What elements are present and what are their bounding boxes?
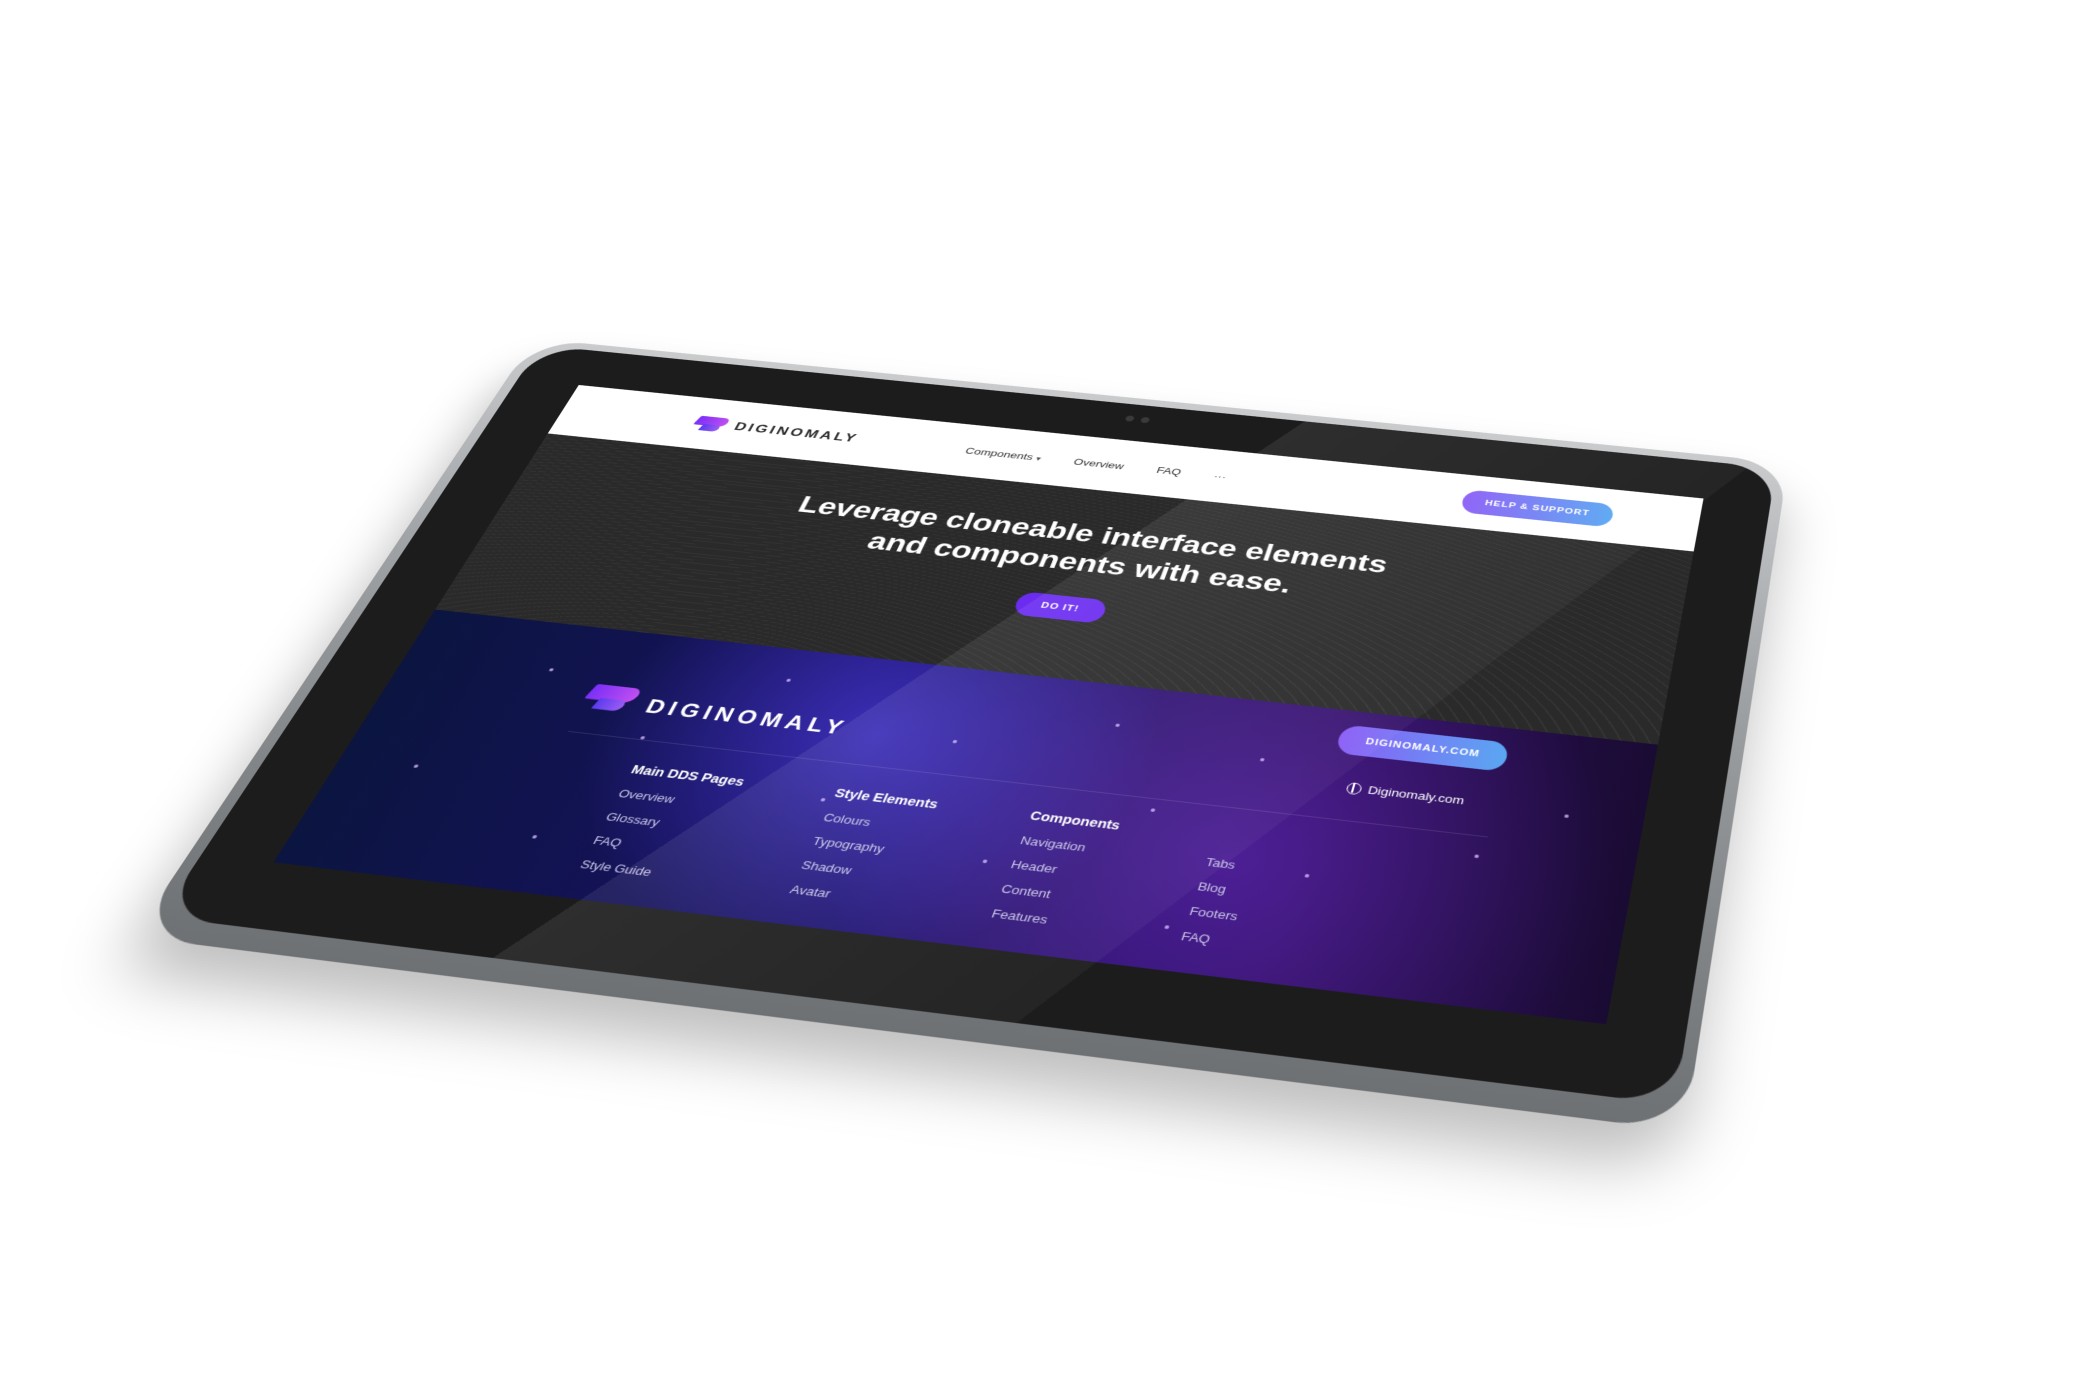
tablet-device: DIGINOMALY Components▾ Overview FAQ ··· … (133, 338, 1789, 1132)
browser-screen: DIGINOMALY Components▾ Overview FAQ ··· … (273, 384, 1704, 1025)
diginomaly-logo-icon (692, 416, 730, 433)
nav-item-label: Components (963, 445, 1036, 462)
footer-link[interactable]: Glossary (604, 810, 724, 836)
footer-link[interactable]: Footers (1188, 904, 1240, 923)
footer-link[interactable]: Content (999, 882, 1095, 906)
footer-link[interactable]: Typography (810, 834, 919, 859)
footer-link[interactable]: Overview (616, 787, 735, 813)
footer-brand-logo[interactable]: DIGINOMALY (579, 688, 852, 741)
brand-logo[interactable]: DIGINOMALY (692, 416, 861, 446)
brand-name: DIGINOMALY (731, 420, 861, 445)
footer-link[interactable]: Header (1009, 858, 1104, 882)
chevron-down-icon: ▾ (1034, 454, 1043, 463)
camera-icon (1124, 415, 1151, 424)
footer-link[interactable]: Style Guide (578, 857, 700, 884)
footer-link[interactable]: Features (990, 907, 1087, 931)
footer-column-components: Components Navigation Header Content Fea… (985, 809, 1123, 943)
footer-site-link-label: Diginomaly.com (1366, 783, 1466, 807)
footer-link[interactable]: Blog (1196, 879, 1247, 898)
footer-link[interactable]: Shadow (799, 858, 909, 883)
footer-link[interactable]: Tabs (1204, 855, 1255, 873)
footer-column-style-elements: Style Elements Colours Typography Shadow… (782, 786, 941, 920)
nav-more-menu[interactable]: ··· (1212, 470, 1228, 481)
help-support-button[interactable]: HELP & SUPPORT (1459, 489, 1616, 528)
nav-item-faq[interactable]: FAQ (1155, 465, 1183, 477)
footer-link[interactable]: FAQ (1179, 929, 1231, 948)
footer-link[interactable]: Avatar (788, 882, 899, 908)
nav-item-components[interactable]: Components▾ (964, 445, 1044, 462)
nav-item-overview[interactable]: Overview (1072, 456, 1126, 471)
main-nav: Components▾ Overview FAQ ··· (964, 445, 1228, 481)
footer-link[interactable]: Colours (821, 811, 930, 836)
footer-site-link[interactable]: Diginomaly.com (1345, 781, 1466, 807)
footer-link[interactable]: Navigation (1019, 834, 1114, 857)
tablet-bezel: DIGINOMALY Components▾ Overview FAQ ··· … (160, 345, 1777, 1105)
hero-cta-button[interactable]: DO IT! (1011, 590, 1109, 624)
footer-brand-name: DIGINOMALY (641, 695, 852, 740)
footer-link[interactable]: FAQ (591, 834, 712, 860)
globe-icon (1345, 781, 1364, 795)
